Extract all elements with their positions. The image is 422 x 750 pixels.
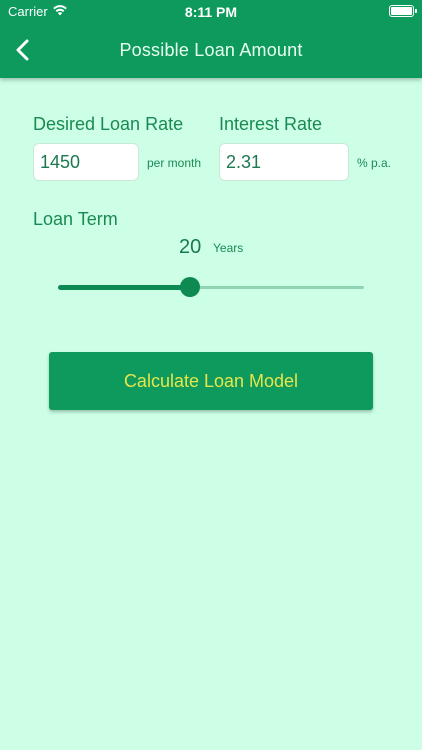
loan-term-unit: Years	[213, 241, 244, 255]
page-title: Possible Loan Amount	[119, 40, 303, 60]
calculate-loan-model-button[interactable]: Calculate Loan Model	[49, 352, 373, 410]
navigation-bar: Carrier 8:11 PM Possible Loan Amount	[0, 0, 422, 78]
status-bar: Carrier 8:11 PM	[0, 0, 422, 22]
per-month-unit: per month	[147, 156, 202, 170]
slider-thumb[interactable]	[179, 277, 200, 297]
loan-term-value: 20	[179, 236, 202, 258]
interest-rate-label: Interest Rate	[219, 114, 323, 134]
percent-pa-unit: % p.a.	[357, 156, 392, 170]
loan-term-label: Loan Term	[33, 209, 118, 229]
battery-icon	[389, 5, 417, 17]
desired-loan-rate-input[interactable]	[33, 143, 139, 181]
loan-term-slider[interactable]	[58, 277, 364, 297]
slider-track-fill	[58, 285, 190, 290]
desired-loan-rate-label: Desired Loan Rate	[33, 114, 184, 134]
clock: 8:11 PM	[184, 4, 238, 20]
interest-rate-input[interactable]	[219, 143, 349, 181]
